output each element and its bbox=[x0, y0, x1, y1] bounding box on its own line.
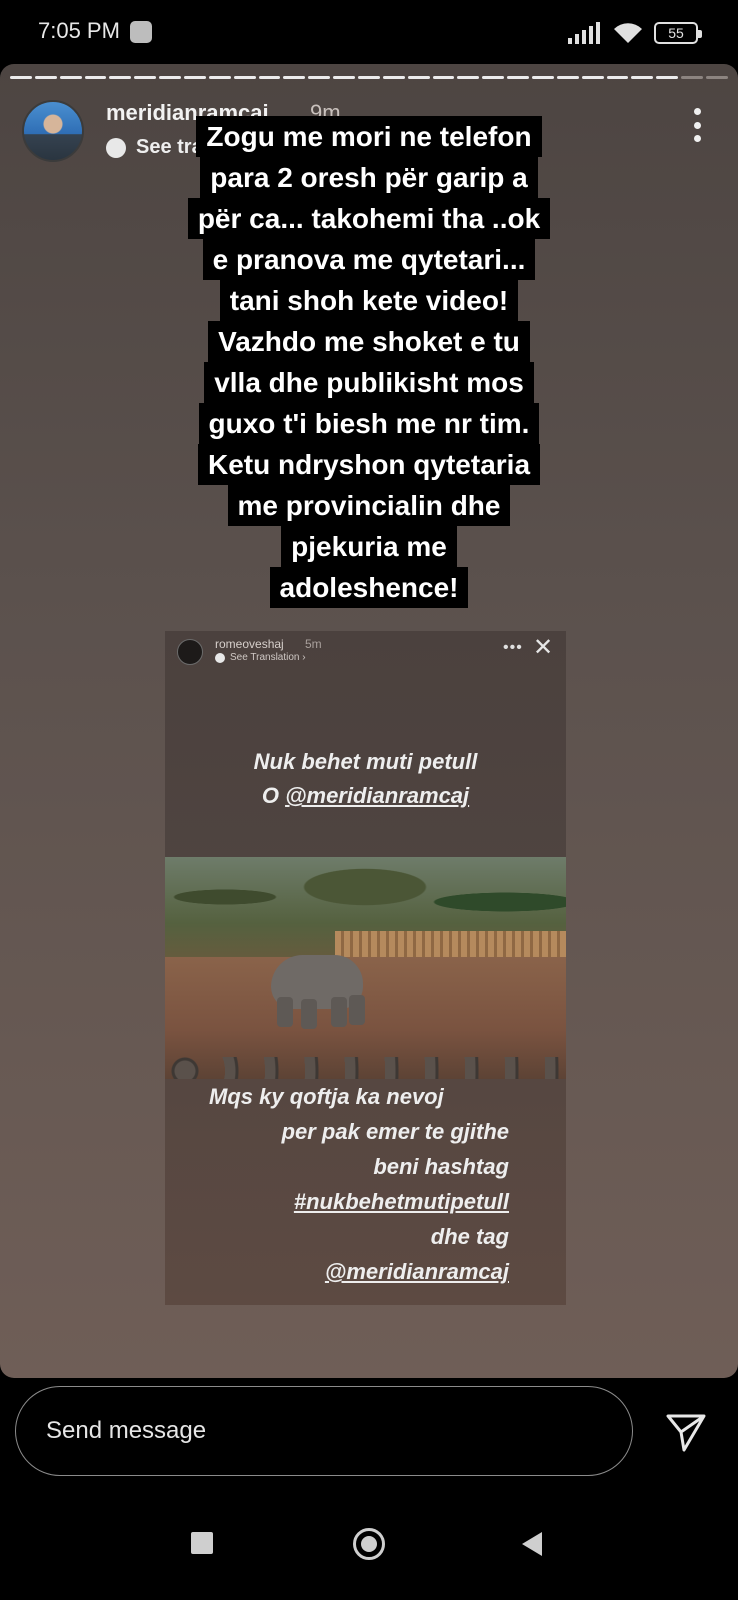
progress-segment bbox=[656, 76, 679, 79]
progress-segment bbox=[10, 76, 32, 79]
progress-segment bbox=[59, 76, 82, 79]
wifi-icon bbox=[614, 23, 642, 43]
battery-level: 55 bbox=[668, 25, 684, 41]
story-viewer[interactable]: meridianramcaj 9m See translation Zogu m… bbox=[0, 64, 738, 1378]
notification-icon bbox=[130, 21, 152, 43]
send-message-input[interactable]: Send message bbox=[15, 1386, 633, 1476]
progress-segment bbox=[333, 76, 356, 79]
progress-segment bbox=[109, 76, 132, 79]
embedded-text-top: Nuk behet muti petull O @meridianramcaj bbox=[165, 745, 566, 813]
embedded-story-screenshot: romeoveshaj 5m See Translation › ••• ✕ N… bbox=[165, 631, 566, 1305]
caption-line: Zogu me mori ne telefon bbox=[196, 116, 542, 157]
rocks bbox=[165, 1057, 566, 1079]
embedded-text-top-prefix: O bbox=[261, 783, 286, 808]
caption-line: për ca... takohemi tha ..ok bbox=[187, 198, 551, 239]
progress-segment bbox=[382, 76, 405, 79]
embedded-see-translation-label: See Translation › bbox=[230, 652, 306, 663]
embedded-username: romeoveshaj bbox=[215, 637, 284, 651]
rhino-photo bbox=[165, 857, 566, 1079]
status-icons: 55 bbox=[568, 20, 702, 46]
story-caption: Zogu me mori ne telefon para 2 oresh për … bbox=[160, 116, 578, 608]
battery-icon: 55 bbox=[654, 22, 702, 44]
caption-line: para 2 oresh për garip a bbox=[200, 157, 538, 198]
progress-segment bbox=[407, 76, 430, 79]
embedded-text-top-line1: Nuk behet muti petull bbox=[253, 749, 478, 774]
caption-line: adoleshence! bbox=[269, 567, 469, 608]
embedded-mention-bottom: @meridianramcaj bbox=[324, 1259, 509, 1284]
progress-segment bbox=[631, 76, 654, 79]
progress-segment bbox=[581, 76, 604, 79]
back-button[interactable] bbox=[522, 1532, 542, 1556]
progress-segment bbox=[159, 76, 182, 79]
avatar[interactable] bbox=[22, 100, 84, 162]
progress-segment bbox=[233, 76, 256, 79]
embedded-see-translation: See Translation › bbox=[215, 652, 306, 663]
progress-segment bbox=[507, 76, 530, 79]
system-nav-bar bbox=[0, 1488, 738, 1600]
embedded-time-ago: 5m bbox=[305, 637, 322, 651]
caption-line: e pranova me qytetari... bbox=[202, 239, 536, 280]
signal-icon bbox=[568, 22, 600, 44]
progress-segment bbox=[532, 76, 554, 79]
progress-segment bbox=[556, 76, 579, 79]
progress-segment bbox=[84, 76, 107, 79]
progress-segment bbox=[457, 76, 480, 79]
progress-segment bbox=[358, 76, 380, 79]
progress-segment bbox=[258, 76, 281, 79]
progress-segment bbox=[308, 76, 331, 79]
progress-segment bbox=[482, 76, 505, 79]
progress-segment bbox=[706, 76, 728, 79]
embedded-mention: @meridianramcaj bbox=[285, 783, 470, 808]
caption-line: me provincialin dhe bbox=[227, 485, 511, 526]
caption-line: vlla dhe publikisht mos bbox=[204, 362, 534, 403]
embedded-close-icon: ✕ bbox=[533, 634, 554, 661]
home-button[interactable] bbox=[353, 1528, 385, 1560]
embedded-translate-icon bbox=[215, 652, 225, 663]
progress-segment bbox=[34, 76, 57, 79]
progress-segment bbox=[606, 76, 629, 79]
message-bar: Send message bbox=[0, 1378, 738, 1488]
progress-segment bbox=[208, 76, 231, 79]
caption-line: guxo t'i biesh me nr tim. bbox=[198, 403, 540, 444]
embedded-text-bottom-line: beni hashtag bbox=[373, 1154, 509, 1179]
story-progress-bar bbox=[10, 76, 728, 79]
embedded-text-top-line2: O @meridianramcaj bbox=[165, 779, 566, 813]
status-time: 7:05 PM bbox=[38, 18, 120, 43]
progress-segment bbox=[283, 76, 306, 79]
embedded-text-bottom: Mqs ky qoftja ka nevoj per pak emer te g… bbox=[209, 1079, 509, 1289]
embedded-text-bottom-line: per pak emer te gjithe bbox=[281, 1119, 509, 1144]
caption-line: tani shoh kete video! bbox=[219, 280, 519, 321]
more-options-icon[interactable] bbox=[692, 108, 702, 142]
caption-line: pjekuria me bbox=[281, 526, 457, 567]
caption-line: Vazhdo me shoket e tu bbox=[208, 321, 530, 362]
progress-segment bbox=[432, 76, 455, 79]
progress-segment bbox=[134, 76, 157, 79]
status-bar: 7:05 PM 55 bbox=[0, 0, 738, 64]
embedded-text-bottom-line: Mqs ky qoftja ka nevoj bbox=[209, 1084, 444, 1109]
embedded-more-icon: ••• bbox=[503, 639, 523, 656]
embedded-text-bottom-line: dhe tag bbox=[430, 1224, 509, 1249]
progress-segment bbox=[681, 76, 704, 79]
send-message-placeholder: Send message bbox=[46, 1417, 207, 1444]
caption-line: Ketu ndryshon qytetaria bbox=[197, 444, 541, 485]
recents-button[interactable] bbox=[191, 1532, 213, 1554]
rhino bbox=[261, 947, 371, 1029]
embedded-avatar bbox=[177, 639, 203, 665]
translate-icon bbox=[106, 137, 126, 158]
send-icon[interactable] bbox=[664, 1410, 708, 1454]
embedded-hashtag: #nukbehetmutipetull bbox=[293, 1189, 509, 1214]
progress-segment bbox=[184, 76, 206, 79]
